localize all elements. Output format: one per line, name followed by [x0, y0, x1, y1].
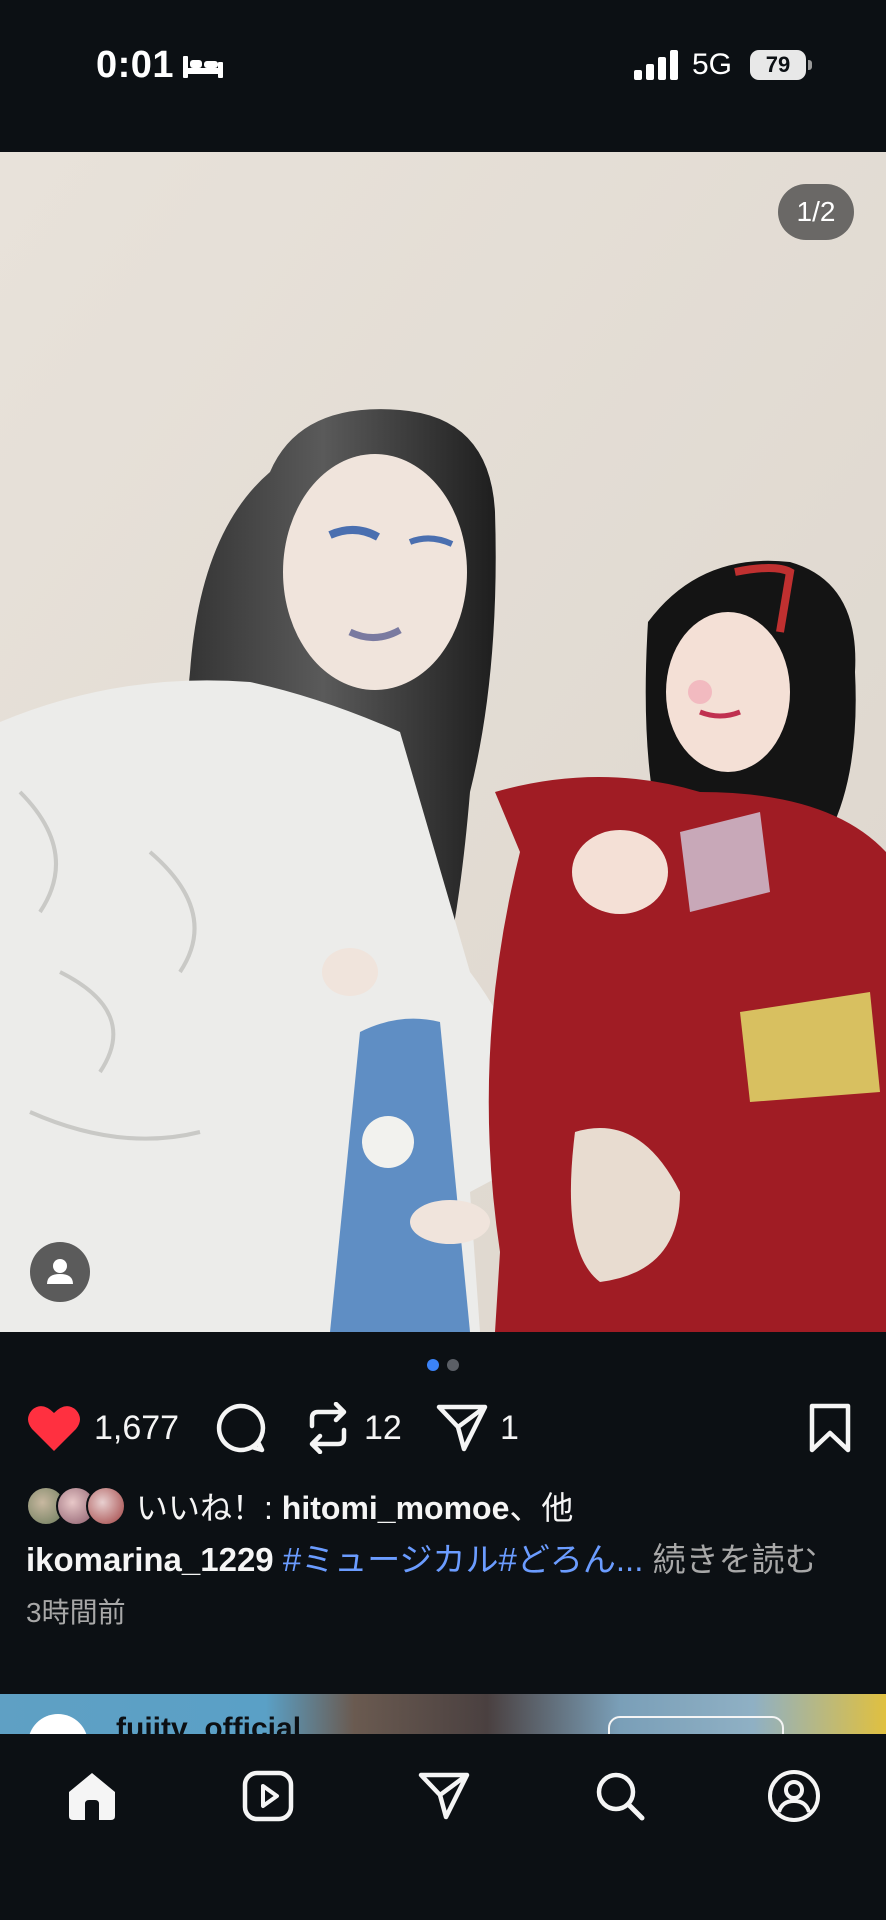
post-actions: 1,677 12 1	[0, 1396, 886, 1460]
person-icon	[47, 1259, 73, 1284]
like-count[interactable]: 1,677	[94, 1409, 179, 1448]
liked-by-suffix[interactable]: 、他	[509, 1490, 573, 1526]
nav-profile[interactable]	[762, 1764, 826, 1828]
liked-by-username[interactable]: hitomi_momoe	[282, 1490, 510, 1526]
liked-by-prefix: いいね！:	[136, 1490, 282, 1526]
post-photo	[0, 152, 886, 1332]
carousel-dot	[447, 1359, 459, 1371]
post-caption: ikomarina_1229 #ミュージカル#どろん... 続きを読む	[26, 1533, 866, 1583]
nav-search[interactable]	[588, 1764, 652, 1828]
image-counter: 1/2	[778, 184, 854, 240]
liked-by[interactable]: いいね！: hitomi_momoe、他	[26, 1482, 573, 1530]
reels-icon[interactable]	[242, 1770, 294, 1822]
liked-by-avatars[interactable]	[26, 1484, 130, 1528]
carousel-indicator	[0, 1359, 886, 1373]
repost-count[interactable]: 12	[364, 1409, 402, 1448]
heart-icon[interactable]	[26, 1403, 82, 1453]
next-post-avatar[interactable]	[28, 1714, 88, 1734]
search-icon[interactable]	[594, 1770, 646, 1822]
caption-hashtags[interactable]: #ミュージカル#どろん...	[283, 1541, 644, 1578]
caption-username[interactable]: ikomarina_1229	[26, 1541, 274, 1578]
post-timestamp: 3時間前	[26, 1597, 126, 1628]
next-post-username[interactable]: fujitv_official	[116, 1712, 301, 1734]
bookmark-action[interactable]	[808, 1396, 852, 1460]
carousel-dot-active	[427, 1359, 439, 1371]
battery-level: 79	[765, 52, 791, 77]
bottom-nav	[0, 1734, 886, 1920]
share-action[interactable]: 1	[436, 1396, 519, 1460]
like-action[interactable]: 1,677	[26, 1396, 179, 1460]
signal-icon	[634, 50, 678, 80]
tagged-users-button[interactable]	[30, 1242, 90, 1302]
nav-messages[interactable]	[412, 1764, 476, 1828]
battery-icon: 79	[750, 50, 806, 80]
status-time: 0:01	[96, 44, 175, 86]
comment-action[interactable]	[214, 1396, 266, 1460]
status-bar: 0:01 5G 79	[0, 0, 886, 132]
nav-reels[interactable]	[236, 1764, 300, 1828]
read-more-link[interactable]: 続きを読む	[653, 1541, 818, 1578]
next-post-follow-button[interactable]	[608, 1716, 784, 1734]
bed-icon	[183, 56, 223, 78]
profile-icon[interactable]	[767, 1769, 821, 1823]
nav-home[interactable]	[60, 1764, 124, 1828]
messages-icon[interactable]	[418, 1771, 470, 1821]
home-icon[interactable]	[65, 1770, 119, 1822]
avatar	[86, 1486, 126, 1526]
liked-by-text[interactable]: いいね！: hitomi_momoe、他	[136, 1483, 573, 1529]
comment-icon[interactable]	[214, 1402, 266, 1454]
bookmark-icon[interactable]	[808, 1403, 852, 1453]
share-count[interactable]: 1	[500, 1409, 519, 1448]
share-icon[interactable]	[436, 1403, 488, 1453]
repost-icon[interactable]	[304, 1402, 352, 1454]
next-post-header[interactable]: fujitv_official	[0, 1694, 886, 1734]
post-image[interactable]: 1/2	[0, 152, 886, 1332]
network-label: 5G	[692, 48, 733, 81]
battery-nub	[808, 60, 812, 70]
repost-action[interactable]: 12	[304, 1396, 402, 1460]
